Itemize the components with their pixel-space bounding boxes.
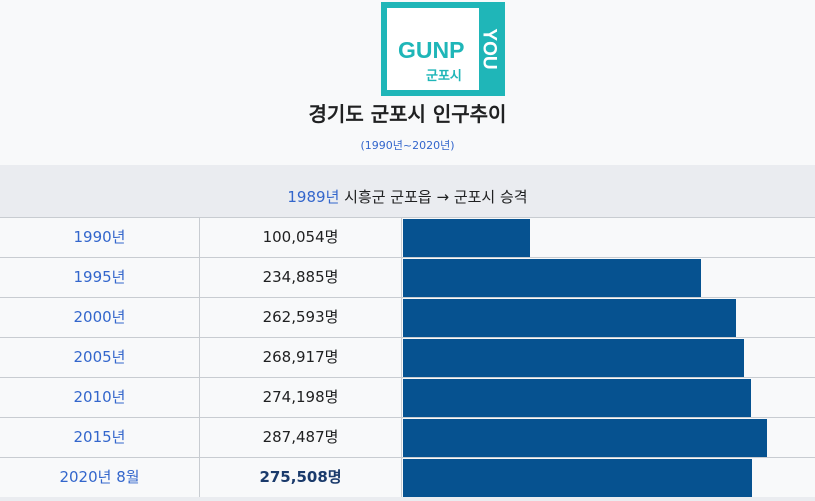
population-value: 268,917명 [200, 338, 402, 377]
population-bar [403, 419, 767, 457]
bar-cell [403, 378, 815, 417]
table-caption: 1989년 시흥군 군포읍 → 군포시 승격 [0, 177, 815, 217]
population-value: 274,198명 [200, 378, 402, 417]
year-link[interactable]: 2015년 [0, 418, 200, 457]
population-value: 275,508명 [200, 458, 402, 497]
population-table: 1989년 시흥군 군포읍 → 군포시 승격 1990년 100,054명 1995… [0, 165, 815, 501]
caption-text: 시흥군 군포읍 → 군포시 승격 [339, 188, 528, 206]
bar-cell [403, 298, 815, 337]
population-bar [403, 339, 744, 377]
population-bar [403, 219, 530, 257]
table-row: 2015년 287,487명 [0, 417, 815, 457]
table-row: 2005년 268,917명 [0, 337, 815, 377]
population-bar [403, 259, 701, 297]
bar-cell [403, 218, 815, 257]
year-link[interactable]: 1990년 [0, 218, 200, 257]
page-title: 경기도 군포시 인구추이 [308, 102, 507, 126]
logo-side-band: YOU [479, 8, 500, 90]
year-link[interactable]: 2005년 [0, 338, 200, 377]
table-row: 1990년 100,054명 [0, 217, 815, 257]
population-value: 234,885명 [200, 258, 402, 297]
population-value: 100,054명 [200, 218, 402, 257]
bar-cell [403, 258, 815, 297]
population-value: 262,593명 [200, 298, 402, 337]
table-row: 2020년 8월 275,508명 [0, 457, 815, 497]
table-row: 2010년 274,198명 [0, 377, 815, 417]
population-bar [403, 379, 751, 417]
year-link[interactable]: 1995년 [0, 258, 200, 297]
population-bar [403, 459, 752, 497]
population-value: 287,487명 [200, 418, 402, 457]
bar-cell [403, 458, 815, 497]
table-row: 1995년 234,885명 [0, 257, 815, 297]
table-row: 2000년 262,593명 [0, 297, 815, 337]
caption-year-link[interactable]: 1989년 [287, 188, 339, 206]
year-link[interactable]: 2000년 [0, 298, 200, 337]
page-header: GUNP 군포시 YOU 경기도 군포시 인구추이 (1990년~2020년) [0, 0, 815, 165]
year-link[interactable]: 2010년 [0, 378, 200, 417]
population-bar [403, 299, 736, 337]
bar-cell [403, 418, 815, 457]
logo-sub-label: 군포시 [426, 69, 462, 84]
bar-cell [403, 338, 815, 377]
gunpo-logo: GUNP 군포시 YOU [381, 2, 505, 96]
year-link[interactable]: 2020년 8월 [0, 458, 200, 497]
logo-side-text: YOU [479, 28, 500, 70]
logo-inner: GUNP 군포시 YOU [387, 8, 500, 90]
page-subtitle[interactable]: (1990년~2020년) [0, 137, 815, 153]
logo-wordmark: GUNP [398, 37, 465, 63]
